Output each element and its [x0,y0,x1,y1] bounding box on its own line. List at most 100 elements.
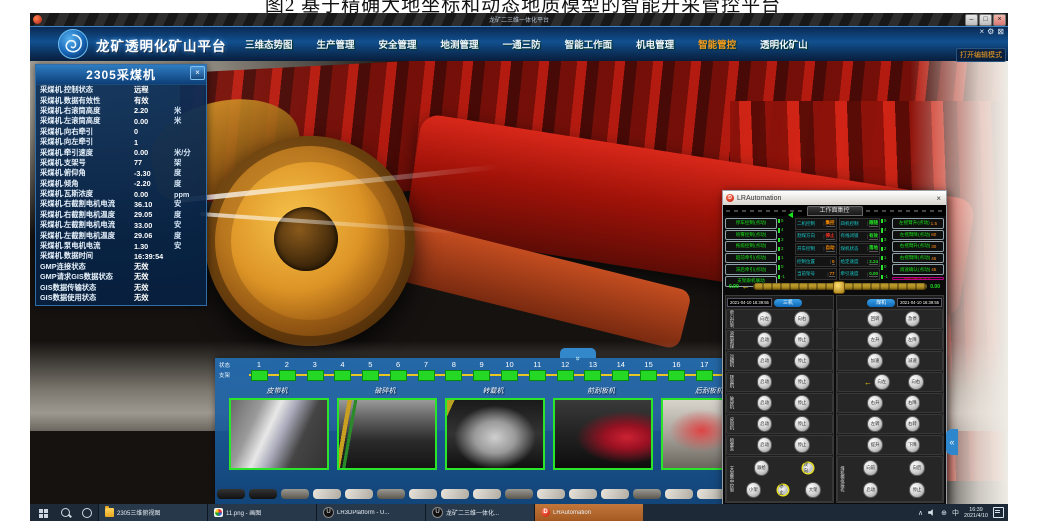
close-button[interactable]: × [993,14,1006,26]
arm-jog-button[interactable]: 调速确认(点动)45 [892,264,944,275]
support-status-cell[interactable] [668,370,685,381]
lr-close-icon[interactable]: × [936,194,943,203]
round-control-button[interactable]: 右升 [867,395,883,411]
filmstrip-thumb[interactable] [697,489,725,499]
round-control-button[interactable]: 停止 [778,485,788,495]
notification-center-icon[interactable] [993,507,1004,518]
round-control-button[interactable]: 停止 [794,416,810,432]
filmstrip-thumb[interactable] [601,489,629,499]
round-control-button[interactable]: 停止 [794,332,810,348]
jog-control-button[interactable]: 拖缆控制(点动) [725,241,777,252]
round-control-button[interactable]: 停止 [909,482,925,498]
menu-item[interactable]: 智能工作面 [565,37,613,51]
maximize-button[interactable]: □ [979,14,992,26]
round-control-button[interactable]: 停止 [794,395,810,411]
collapse-strip-tab[interactable]: » [560,348,596,358]
support-status-cell[interactable] [362,370,379,381]
group-tab[interactable]: 煤机 [867,299,895,307]
menu-item[interactable]: 三维态势图 [245,37,293,51]
group-tab[interactable]: 三机 [774,299,802,307]
network-globe-icon[interactable]: ⊕ [941,509,947,517]
taskbar-clock[interactable]: 16:39 2021/4/10 [964,507,988,519]
tray-chevron-icon[interactable]: ∧ [918,509,923,517]
start-button[interactable] [30,507,54,518]
support-status-cell[interactable] [445,370,462,381]
menu-item[interactable]: 一通三防 [503,37,541,51]
round-control-button[interactable]: 停止 [794,374,810,390]
support-status-cell[interactable] [418,370,435,381]
filmstrip-thumb[interactable] [665,489,693,499]
round-control-button[interactable]: 启动 [757,353,773,369]
round-control-button[interactable]: 向左 [874,374,890,390]
menu-item[interactable]: 智能管控 [698,37,736,51]
round-control-button[interactable]: 启动 [757,332,773,348]
arm-jog-button[interactable]: 右摇臂降(点动)45 [892,253,944,264]
jog-control-button[interactable]: 喷雾控制(点动) [725,230,777,241]
taskbar-item[interactable]: 11.png - 画图 [207,504,316,521]
open-edit-mode-button[interactable]: 打开编辑模式 [956,48,1006,62]
support-status-cell[interactable] [612,370,629,381]
filmstrip-thumb[interactable] [281,489,309,499]
tool-icon[interactable]: ⚙ [987,27,994,36]
support-status-cell[interactable] [251,370,268,381]
tab-workface-control[interactable]: 工作面集控 [807,206,863,216]
camera-thumbnail[interactable] [337,398,437,470]
jog-control-button[interactable]: 停车控制(点动) [725,218,777,229]
sidebar-collapse-tab[interactable]: « [946,429,958,455]
round-control-button[interactable]: 启动 [757,395,773,411]
minimize-button[interactable]: – [965,14,978,26]
support-status-cell[interactable] [279,370,296,381]
filmstrip-thumb[interactable] [473,489,501,499]
round-control-button[interactable]: 向前 [863,460,879,476]
support-status-cell[interactable] [640,370,657,381]
taskbar-search-button[interactable] [54,508,76,517]
filmstrip-thumb[interactable] [313,489,341,499]
round-control-button[interactable]: 提升 [867,437,883,453]
filmstrip-thumb[interactable] [569,489,597,499]
panel-close-icon[interactable]: × [190,66,205,80]
round-control-button[interactable]: 左升 [867,332,883,348]
tool-icon[interactable]: ⊠ [997,27,1004,36]
round-control-button[interactable]: 停止 [794,353,810,369]
camera-thumbnail[interactable] [445,398,545,470]
round-control-button[interactable]: 左降 [905,332,921,348]
round-control-button[interactable]: 启动 [757,416,773,432]
viewport-3d[interactable]: 2305采煤机 × 采煤机.控制状态 远程 采煤机.数据有效性 有效 [30,61,1008,504]
round-control-button[interactable]: 停止 [794,437,810,453]
camera-thumbnail[interactable] [553,398,653,470]
support-status-cell[interactable] [390,370,407,381]
filmstrip-thumb[interactable] [537,489,565,499]
filmstrip-thumb[interactable] [249,489,277,499]
camera-thumbnail[interactable] [229,398,329,470]
jog-control-button[interactable]: 滞后牵引(点动) [725,264,777,275]
jog-control-button[interactable]: 超前牵引(点动) [725,253,777,264]
ime-indicator[interactable]: 中 [952,508,959,518]
arm-jog-button[interactable]: 左摇臂升(点动)1.5 [892,218,944,229]
support-status-cell[interactable] [584,370,601,381]
filmstrip-thumb[interactable] [441,489,469,499]
support-status-cell[interactable] [501,370,518,381]
cortana-button[interactable] [76,508,98,518]
round-control-button[interactable]: 启动 [757,374,773,390]
round-control-button[interactable]: 加速 [867,353,883,369]
round-control-button[interactable]: 跟给 [754,460,770,476]
round-control-button[interactable]: 向右 [908,374,924,390]
round-control-button[interactable]: 向后 [909,460,925,476]
round-control-button[interactable]: 向左 [757,311,773,327]
round-control-button[interactable]: 左转 [867,416,883,432]
round-control-button[interactable]: 减速 [905,353,921,369]
round-control-button[interactable]: 右转 [905,416,921,432]
round-control-button[interactable]: 启动 [757,437,773,453]
taskbar-item[interactable]: 龙矿二三维一体化... [425,504,534,521]
support-status-cell[interactable] [529,370,546,381]
arm-jog-button[interactable]: 左摇臂降(点动)60 [892,230,944,241]
menu-item[interactable]: 透明化矿山 [760,37,808,51]
support-status-cell[interactable] [307,370,324,381]
round-control-button[interactable]: 大架 [805,482,821,498]
support-status-cell[interactable] [334,370,351,381]
taskbar-item[interactable]: LR3DPlatform - U... [316,504,425,521]
arm-jog-button[interactable]: 右摇臂升(点动)30 [892,241,944,252]
tool-icon[interactable]: × [979,27,984,36]
slider-thumb[interactable] [833,281,845,294]
round-control-button[interactable]: 急停 [905,311,921,327]
